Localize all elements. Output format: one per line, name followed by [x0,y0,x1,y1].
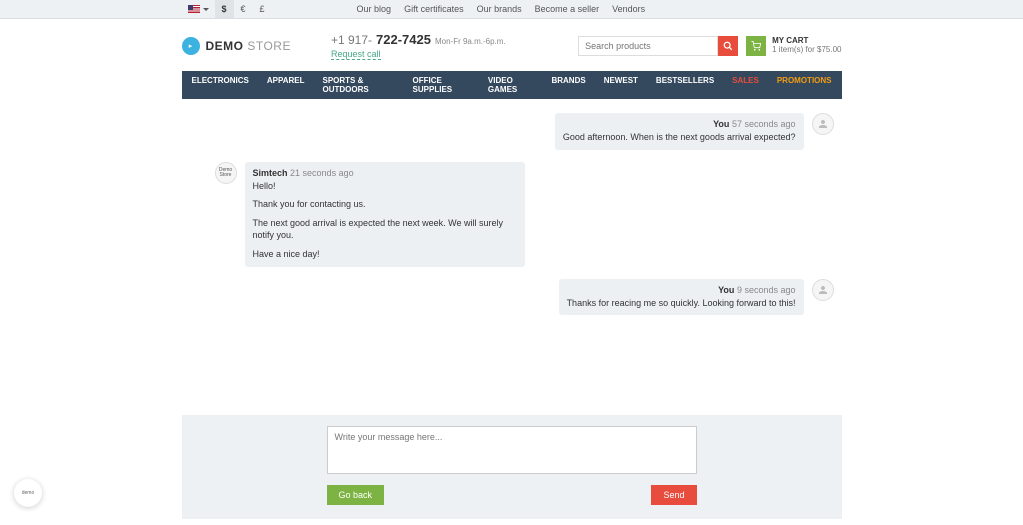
cart-button[interactable] [746,36,766,56]
message-bubble: You 9 seconds ago Thanks for reacing me … [559,279,804,316]
logo[interactable]: DEMO STORE [182,37,291,55]
search-input[interactable] [578,36,718,56]
message-sender: You [713,119,729,129]
link-gift-certificates[interactable]: Gift certificates [404,4,464,14]
chat-widget[interactable]: demo [14,479,42,507]
send-button[interactable]: Send [651,485,696,505]
user-avatar [812,279,834,301]
person-icon [817,118,829,130]
message-row: Demo Store Simtech 21 seconds ago Hello!… [182,162,842,267]
go-back-button[interactable]: Go back [327,485,385,505]
nav-sports[interactable]: SPORTS & OUTDOORS [322,76,394,94]
logo-icon [182,37,200,55]
message-sender: Simtech [253,168,288,178]
message-time: 57 seconds ago [732,119,796,129]
message-row: You 9 seconds ago Thanks for reacing me … [182,279,842,316]
nav-promotions[interactable]: PROMOTIONS [777,76,832,94]
message-time: 9 seconds ago [737,285,796,295]
user-avatar [812,113,834,135]
link-vendors[interactable]: Vendors [612,4,645,14]
phone-hours: Mon-Fr 9a.m.-6p.m. [435,37,506,46]
currency-gbp[interactable]: £ [253,0,272,18]
nav-sales[interactable]: SALES [732,76,759,94]
flag-us-icon [188,5,200,13]
message-body: Hello! Thank you for contacting us. The … [253,180,517,261]
phone-prefix: +1 917- [331,33,372,47]
logo-text-store: STORE [247,39,291,53]
top-bar: $ € £ Our blog Gift certificates Our bra… [0,0,1023,19]
message-body: Thanks for reacing me so quickly. Lookin… [567,297,796,310]
message-sender: You [718,285,734,295]
phone-number: 722-7425 [376,32,431,47]
main-nav: ELECTRONICS APPAREL SPORTS & OUTDOORS OF… [182,71,842,99]
compose-area: Go back Send [182,415,842,519]
nav-brands[interactable]: BRANDS [551,76,585,94]
message-bubble: You 57 seconds ago Good afternoon. When … [555,113,804,150]
currency-eur[interactable]: € [234,0,253,18]
person-icon [817,284,829,296]
nav-newest[interactable]: NEWEST [604,76,638,94]
cart-icon [751,41,761,51]
link-blog[interactable]: Our blog [357,4,392,14]
nav-electronics[interactable]: ELECTRONICS [192,76,249,94]
search-block [578,36,738,56]
request-call-link[interactable]: Request call [331,49,381,60]
header: DEMO STORE +1 917- 722-7425 Mon-Fr 9a.m.-… [182,19,842,71]
currency-usd[interactable]: $ [215,0,234,18]
link-our-brands[interactable]: Our brands [477,4,522,14]
search-button[interactable] [718,36,738,56]
cart-label: MY CART [772,36,841,45]
chevron-down-icon [203,8,209,11]
message-time: 21 seconds ago [290,168,354,178]
link-become-seller[interactable]: Become a seller [535,4,600,14]
search-icon [723,41,733,51]
nav-apparel[interactable]: APPAREL [267,76,305,94]
phone-block: +1 917- 722-7425 Mon-Fr 9a.m.-6p.m. Reque… [331,32,506,60]
top-links: Our blog Gift certificates Our brands Be… [357,4,646,14]
nav-bestsellers[interactable]: BESTSELLERS [656,76,714,94]
company-avatar: Demo Store [215,162,237,184]
message-row: You 57 seconds ago Good afternoon. When … [182,113,842,150]
message-input[interactable] [327,426,697,474]
message-bubble: Simtech 21 seconds ago Hello! Thank you … [245,162,525,267]
cart-block[interactable]: MY CART 1 item(s) for $75.00 [746,36,841,56]
message-body: Good afternoon. When is the next goods a… [563,131,796,144]
language-selector[interactable] [182,5,215,13]
cart-info: 1 item(s) for $75.00 [772,45,841,54]
nav-videogames[interactable]: VIDEO GAMES [488,76,534,94]
logo-text-demo: DEMO [206,39,244,53]
nav-office[interactable]: OFFICE SUPPLIES [413,76,470,94]
widget-label: demo [22,490,35,496]
chat-area: You 57 seconds ago Good afternoon. When … [182,99,842,315]
